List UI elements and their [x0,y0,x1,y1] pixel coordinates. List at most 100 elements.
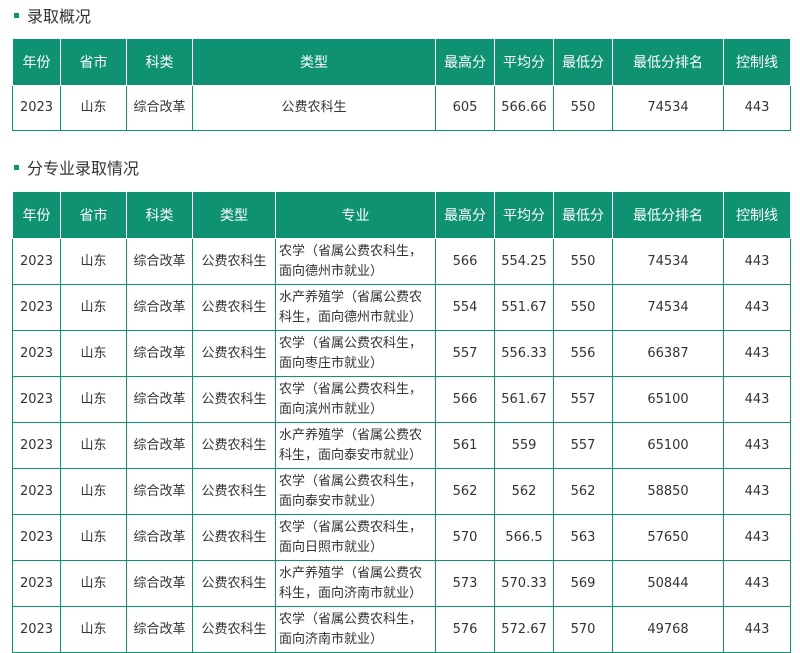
column-header: 类型 [192,191,276,239]
column-header: 最高分 [435,191,495,239]
table-cell: 65100 [612,376,724,423]
table-cell: 公费农科生 [192,514,276,561]
column-header: 最高分 [435,38,495,86]
table-cell: 综合改革 [126,606,193,653]
table-cell: 570.33 [494,560,554,607]
table-cell: 561.67 [494,376,554,423]
table-cell: 550 [553,238,613,285]
table-cell: 550 [553,85,613,131]
table-cell: 566.66 [494,85,554,131]
bullet-square-icon [14,12,19,18]
table-cell: 公费农科生 [192,238,276,285]
table-cell: 公费农科生 [192,376,276,423]
table-cell: 576 [435,606,495,653]
table-cell: 561 [435,422,495,469]
table-cell: 2023 [12,560,61,607]
table-cell: 山东 [60,422,127,469]
column-header: 类型 [192,38,436,86]
table-cell: 公费农科生 [192,560,276,607]
table-cell: 563 [553,514,613,561]
table-cell: 山东 [60,330,127,377]
table-row: 2023 山东 综合改革 公费农科生 水产养殖学（省属公费农科生，面向泰安市就业） 561… [12,422,791,469]
table-cell: 57650 [612,514,724,561]
section-title-admission-overview: 录取概况 [14,4,91,26]
table-cell: 573 [435,560,495,607]
table-row: 2023 山东 综合改革 公费农科生 605 566.66 550 74534 … [12,85,791,131]
table-cell: 公费农科生 [192,468,276,515]
table-cell: 443 [723,376,791,423]
table-cell: 2023 [12,85,61,131]
table-cell: 74534 [612,238,724,285]
table-cell: 2023 [12,468,61,515]
table-header-row: 年份 省市 科类 类型 最高分 平均分 最低分 最低分排名 控制线 [12,38,791,86]
table-cell: 山东 [60,560,127,607]
table-cell: 74534 [612,85,724,131]
table-cell: 443 [723,238,791,285]
column-header: 控制线 [723,38,791,86]
table-cell: 554 [435,284,495,331]
table-cell: 570 [553,606,613,653]
table-cell: 443 [723,606,791,653]
table-cell: 443 [723,560,791,607]
table-row: 2023 山东 综合改革 公费农科生 农学（省属公费农科生，面向滨州市就业） 566 561… [12,376,791,423]
table-cell: 557 [553,422,613,469]
table-cell: 公费农科生 [192,85,436,131]
table-cell: 570 [435,514,495,561]
table-cell: 557 [553,376,613,423]
table-cell: 556.33 [494,330,554,377]
table-cell: 50844 [612,560,724,607]
table-cell: 557 [435,330,495,377]
table-cell: 551.67 [494,284,554,331]
table-cell: 554.25 [494,238,554,285]
table-cell: 443 [723,284,791,331]
table-cell: 2023 [12,514,61,561]
table-cell: 2023 [12,606,61,653]
table-cell: 66387 [612,330,724,377]
table-cell: 综合改革 [126,330,193,377]
column-header: 控制线 [723,191,791,239]
table-cell: 443 [723,422,791,469]
table-cell: 2023 [12,330,61,377]
table-cell: 公费农科生 [192,422,276,469]
section-title-major-admission: 分专业录取情况 [14,156,139,178]
table-cell: 公费农科生 [192,606,276,653]
column-header: 平均分 [494,38,554,86]
table-cell: 566.5 [494,514,554,561]
major-name-cell: 水产养殖学（省属公费农科生，面向济南市就业） [275,560,436,607]
major-name-cell: 农学（省属公费农科生，面向泰安市就业） [275,468,436,515]
table-cell: 2023 [12,238,61,285]
section-title-text: 录取概况 [27,7,92,26]
table-cell: 山东 [60,606,127,653]
column-header: 年份 [12,191,61,239]
table-cell: 566 [435,238,495,285]
admission-overview-table: 年份 省市 科类 类型 最高分 平均分 最低分 最低分排名 控制线 2023 山… [12,38,791,131]
column-header: 年份 [12,38,61,86]
table-cell: 综合改革 [126,238,193,285]
table-cell: 综合改革 [126,376,193,423]
major-admission-table: 年份 省市 科类 类型 专业 最高分 平均分 最低分 最低分排名 控制线 202… [12,191,791,653]
table-cell: 443 [723,468,791,515]
section-title-text: 分专业录取情况 [27,159,140,178]
major-name-cell: 水产养殖学（省属公费农科生，面向德州市就业） [275,284,436,331]
table-cell: 综合改革 [126,422,193,469]
table-cell: 49768 [612,606,724,653]
table-cell: 562 [553,468,613,515]
column-header: 平均分 [494,191,554,239]
table-row: 2023 山东 综合改革 公费农科生 农学（省属公费农科生，面向日照市就业） 570 566… [12,514,791,561]
table-row: 2023 山东 综合改革 公费农科生 农学（省属公费农科生，面向济南市就业） 576 572… [12,606,791,653]
table-cell: 58850 [612,468,724,515]
table-cell: 公费农科生 [192,330,276,377]
table-cell: 566 [435,376,495,423]
column-header: 最低分排名 [612,38,724,86]
column-header: 省市 [60,191,127,239]
table-cell: 山东 [60,514,127,561]
table-cell: 综合改革 [126,560,193,607]
table-cell: 山东 [60,284,127,331]
table-cell: 山东 [60,468,127,515]
table-cell: 山东 [60,238,127,285]
table-cell: 74534 [612,284,724,331]
table-cell: 综合改革 [126,514,193,561]
table-cell: 443 [723,330,791,377]
column-header: 省市 [60,38,127,86]
column-header: 最低分 [553,191,613,239]
